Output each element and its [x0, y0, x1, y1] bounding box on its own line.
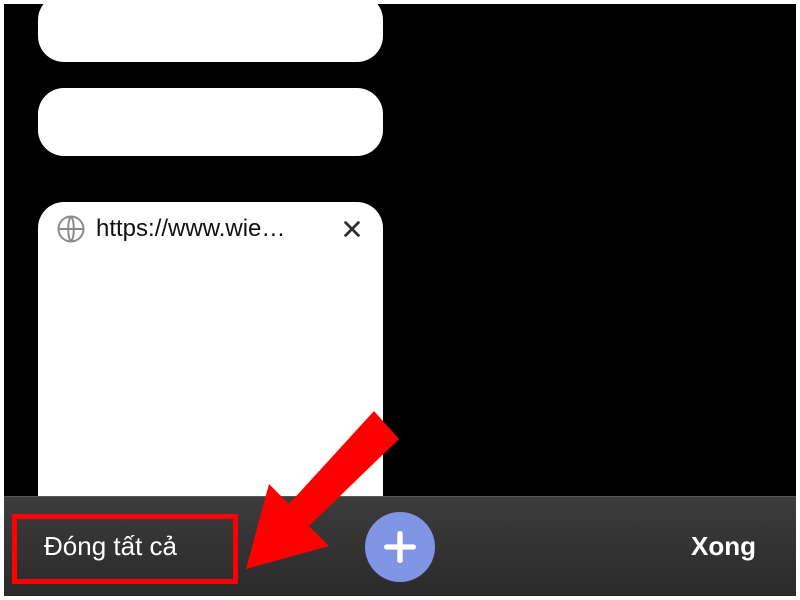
- globe-icon: [56, 214, 86, 244]
- tab-overview-screen: https://www.wie…: [4, 4, 796, 596]
- close-icon[interactable]: [339, 216, 365, 242]
- new-tab-button[interactable]: [365, 512, 435, 582]
- toolbar: Đóng tất cả Xong: [4, 496, 796, 596]
- stage: https://www.wie…: [0, 0, 800, 600]
- tab-header: https://www.wie…: [38, 202, 383, 254]
- done-button[interactable]: Xong: [675, 519, 772, 574]
- plus-icon: [380, 527, 420, 567]
- tab-card[interactable]: [38, 88, 383, 156]
- tab-card[interactable]: [38, 4, 383, 62]
- close-all-button[interactable]: Đóng tất cả: [28, 519, 193, 574]
- tab-title: https://www.wie…: [96, 215, 329, 243]
